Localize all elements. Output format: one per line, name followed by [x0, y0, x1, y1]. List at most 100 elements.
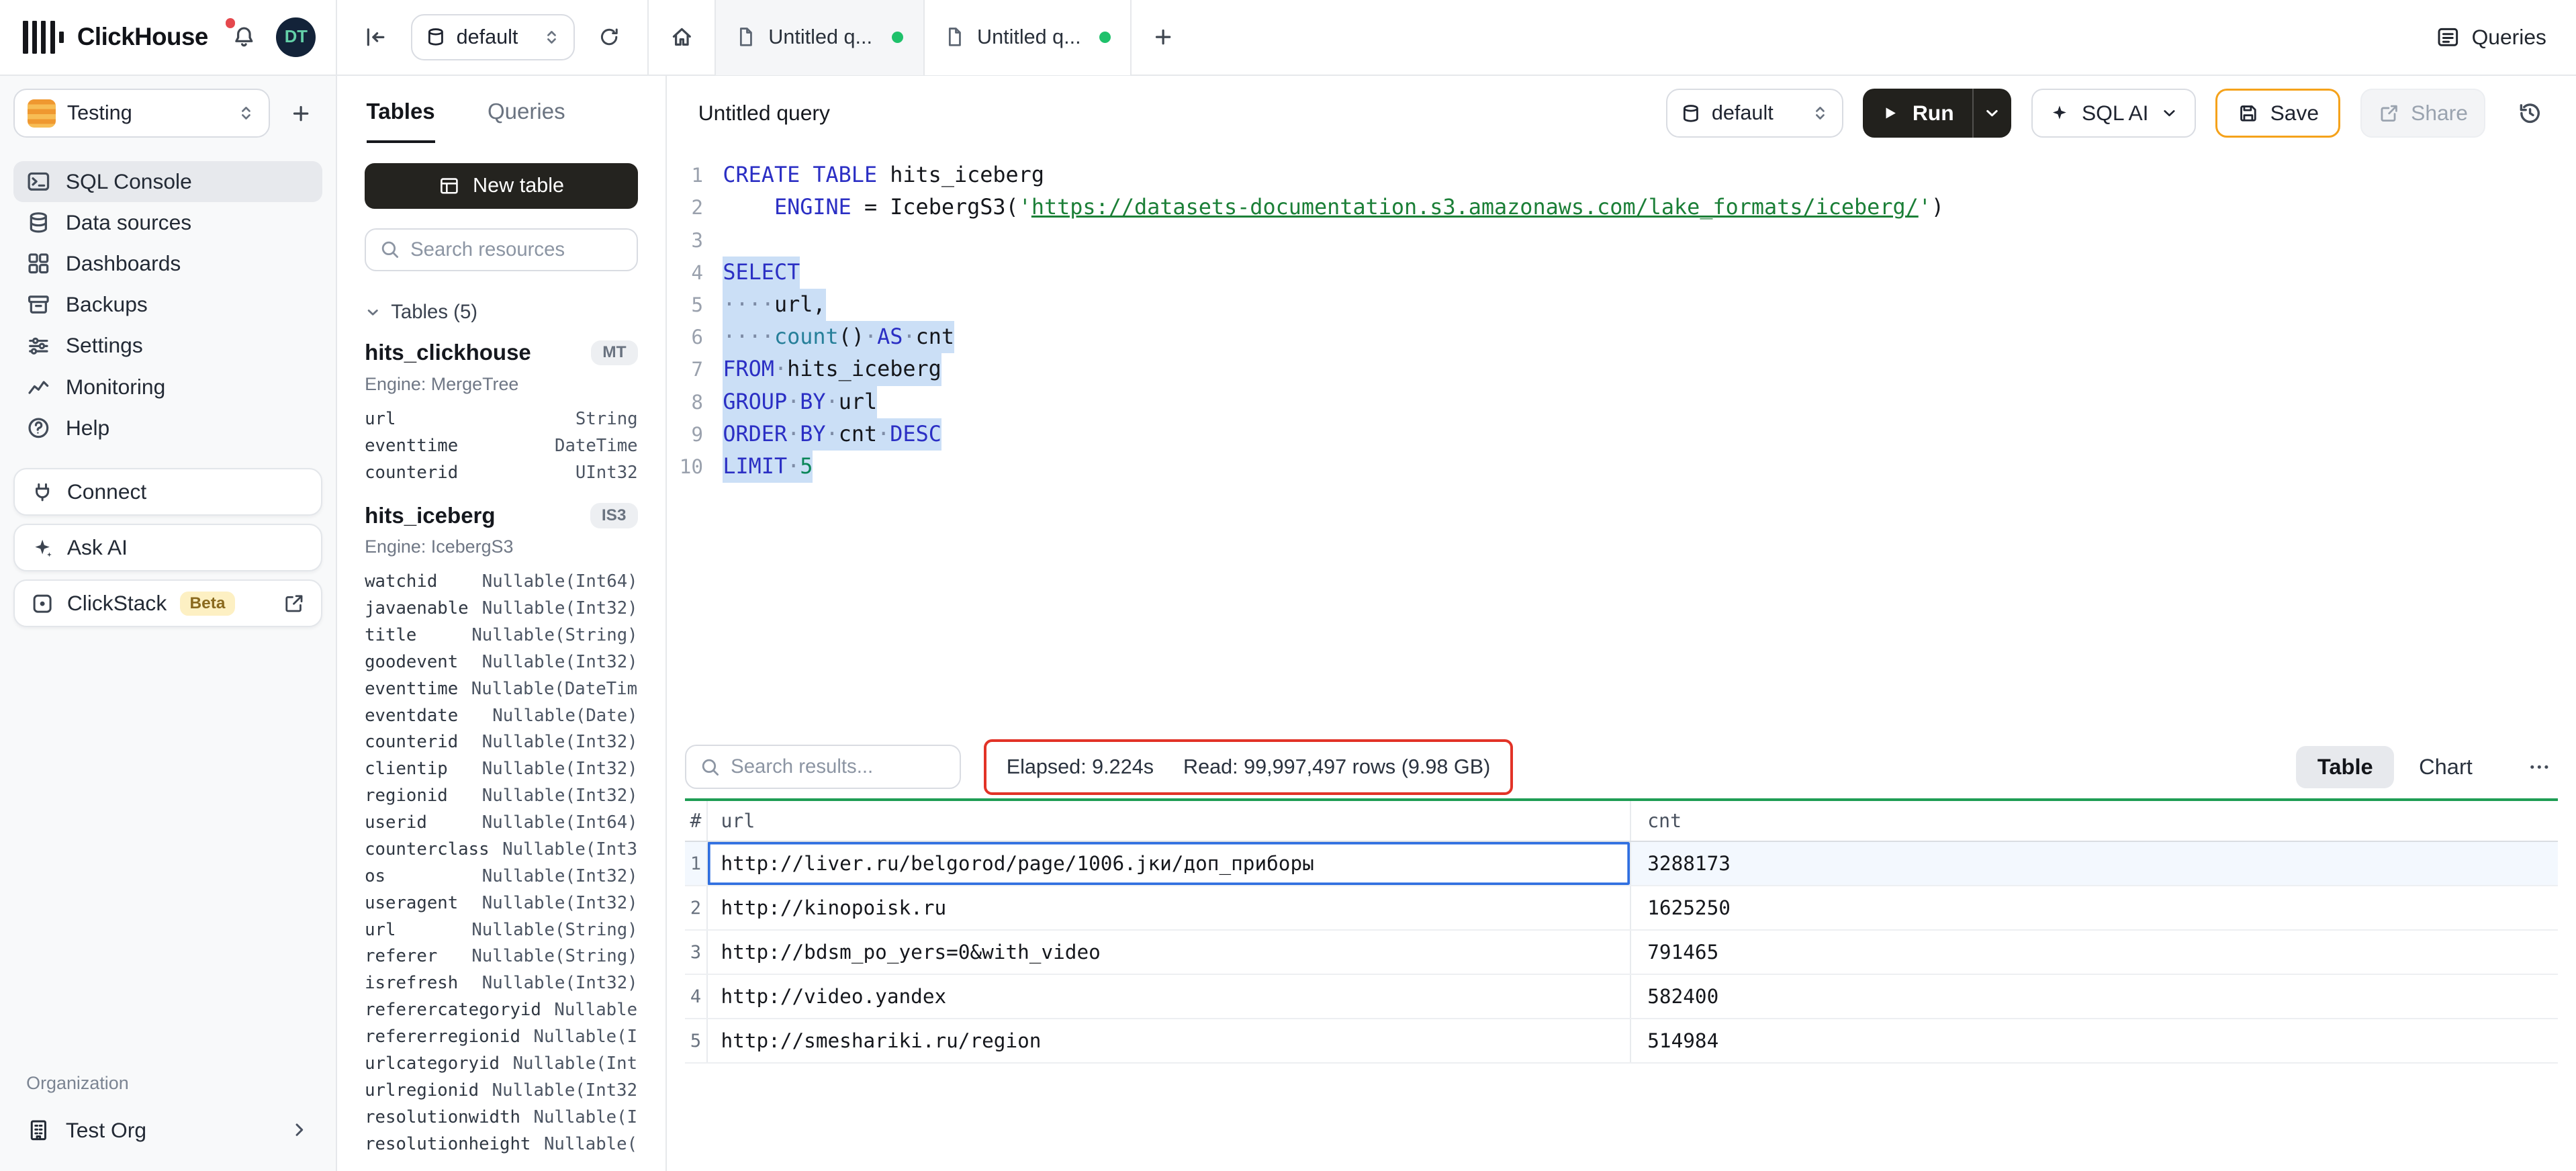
query-title: Untitled query	[698, 101, 830, 126]
tab-queries[interactable]: Queries	[488, 99, 565, 143]
cnt-cell[interactable]: 514984	[1630, 1019, 2558, 1062]
query-history-button[interactable]	[2505, 89, 2555, 138]
cnt-cell[interactable]: 791465	[1630, 931, 2558, 974]
result-row[interactable]: 5http://smeshariki.ru/region514984	[685, 1019, 2558, 1064]
results-more-button[interactable]	[2520, 748, 2558, 786]
database-icon	[26, 210, 51, 235]
table-name-row[interactable]: hits_clickhouse MT	[337, 340, 666, 365]
table-name-row[interactable]: hits_iceberg IS3	[337, 503, 666, 528]
result-row[interactable]: 2http://kinopoisk.ru1625250	[685, 886, 2558, 931]
archive-icon	[26, 292, 51, 317]
url-cell[interactable]: http://bdsm_po_yers=0&with_video	[706, 931, 1630, 974]
sparkle-icon	[2049, 103, 2070, 124]
sidebar-item-help[interactable]: Help	[13, 408, 322, 449]
results-body: 1http://liver.ru/belgorod/page/1006.jки/…	[685, 842, 2558, 1064]
tables-group-header[interactable]: Tables (5)	[365, 301, 638, 324]
column-name: eventtime	[365, 676, 458, 703]
column-header-index[interactable]: #	[685, 801, 706, 841]
home-button[interactable]	[649, 0, 715, 75]
column-type: Nullable(Date)	[492, 703, 637, 730]
engine-badge: IS3	[590, 503, 638, 528]
sql-editor[interactable]: 1CREATE TABLE hits_iceberg2 ENGINE = Ice…	[667, 151, 2576, 736]
sidebar-item-monitoring[interactable]: Monitoring	[13, 367, 322, 408]
connect-button[interactable]: Connect	[13, 468, 322, 516]
notifications-button[interactable]	[226, 18, 263, 56]
save-button[interactable]: Save	[2215, 89, 2340, 138]
editor-line[interactable]: 2 ENGINE = IcebergS3('https://datasets-d…	[677, 191, 2576, 224]
queries-panel-icon	[2436, 25, 2460, 50]
schema-column-row: refererregionidNullable(Int	[337, 1024, 666, 1051]
sidebar-item-data-sources[interactable]: Data sources	[13, 202, 322, 243]
cnt-cell[interactable]: 3288173	[1630, 842, 2558, 885]
chevron-down-icon	[1983, 104, 2001, 122]
search-results-input[interactable]	[731, 755, 946, 778]
column-header-url[interactable]: url	[706, 801, 1630, 841]
editor-line[interactable]: 9 ORDER·BY·cnt·DESC	[677, 418, 2576, 451]
sidebar-item-settings[interactable]: Settings	[13, 325, 322, 366]
sidebar-item-label: Monitoring	[66, 375, 165, 400]
sidebar-item-sql-console[interactable]: SQL Console	[13, 161, 322, 202]
search-results-box	[685, 745, 961, 789]
editor-line[interactable]: 8GROUP·BY·url	[677, 386, 2576, 418]
column-type: Nullable(Int64)	[482, 569, 638, 596]
editor-line[interactable]: 3	[677, 224, 2576, 256]
org-test-org-item[interactable]: Test Org	[0, 1109, 336, 1152]
url-cell[interactable]: http://liver.ru/belgorod/page/1006.jки/д…	[706, 842, 1630, 885]
new-table-label: New table	[473, 174, 564, 197]
chevron-down-icon	[365, 304, 381, 320]
avatar[interactable]: DT	[276, 17, 316, 57]
run-button[interactable]: Run	[1863, 89, 1972, 138]
sidebar-item-dashboards[interactable]: Dashboards	[13, 243, 322, 284]
sidebar-item-backups[interactable]: Backups	[13, 284, 322, 325]
url-cell[interactable]: http://video.yandex	[706, 975, 1630, 1018]
schema-column-row: referercategoryidNullable(I	[337, 997, 666, 1024]
view-toggle-table[interactable]: Table	[2296, 746, 2394, 788]
editor-line[interactable]: 10LIMIT·5	[677, 451, 2576, 483]
clickstack-button[interactable]: ClickStack Beta	[13, 579, 322, 627]
schema-column-row: urlregionidNullable(Int32)	[337, 1078, 666, 1105]
url-cell[interactable]: http://kinopoisk.ru	[706, 886, 1630, 929]
new-tab-button[interactable]	[1145, 19, 1181, 55]
result-row[interactable]: 4http://video.yandex582400	[685, 975, 2558, 1019]
view-toggle-chart[interactable]: Chart	[2397, 746, 2493, 788]
new-table-button[interactable]: New table	[365, 163, 638, 209]
database-icon	[1680, 103, 1702, 124]
editor-line[interactable]: 7FROM·hits_iceberg	[677, 353, 2576, 385]
line-number: 2	[677, 191, 703, 224]
collapse-panel-button[interactable]	[357, 18, 394, 56]
database-selector[interactable]: default	[411, 14, 576, 60]
cnt-cell[interactable]: 582400	[1630, 975, 2558, 1018]
run-options-button[interactable]	[1972, 89, 2012, 138]
column-header-cnt[interactable]: cnt	[1630, 801, 2558, 841]
query-tab-1[interactable]: Untitled q...	[715, 0, 923, 75]
schema-column-row: javaenableNullable(Int32)	[337, 596, 666, 622]
org-selector[interactable]: Testing	[13, 89, 270, 138]
cnt-cell[interactable]: 1625250	[1630, 886, 2558, 929]
sql-ai-button[interactable]: SQL AI	[2031, 89, 2196, 138]
line-text: ORDER·BY·cnt·DESC	[723, 418, 941, 451]
editor-line[interactable]: 6····count()·AS·cnt	[677, 321, 2576, 353]
search-resources-box	[365, 228, 638, 271]
sliders-icon	[26, 334, 51, 359]
ask-ai-button[interactable]: Ask AI	[13, 524, 322, 571]
add-service-button[interactable]	[279, 92, 322, 135]
line-number: 9	[677, 418, 703, 451]
refresh-button[interactable]	[592, 19, 628, 55]
editor-line[interactable]: 4SELECT	[677, 256, 2576, 289]
search-resources-input[interactable]	[410, 238, 623, 261]
editor-line[interactable]: 1CREATE TABLE hits_iceberg	[677, 159, 2576, 191]
results-header: # url cnt	[685, 801, 2558, 842]
column-name: urlregionid	[365, 1078, 479, 1105]
queries-button[interactable]: Queries	[2436, 25, 2546, 50]
run-label: Run	[1913, 101, 1954, 126]
tab-tables[interactable]: Tables	[367, 99, 435, 143]
search-icon	[379, 239, 401, 261]
url-cell[interactable]: http://smeshariki.ru/region	[706, 1019, 1630, 1062]
editor-line[interactable]: 5····url,	[677, 289, 2576, 321]
result-row[interactable]: 3http://bdsm_po_yers=0&with_video791465	[685, 931, 2558, 975]
result-row[interactable]: 1http://liver.ru/belgorod/page/1006.jки/…	[685, 842, 2558, 886]
share-button[interactable]: Share	[2360, 89, 2486, 138]
editor-database-selector[interactable]: default	[1666, 89, 1843, 138]
chevrons-updown-icon	[543, 28, 561, 46]
query-tab-2[interactable]: Untitled q...	[923, 0, 1132, 75]
